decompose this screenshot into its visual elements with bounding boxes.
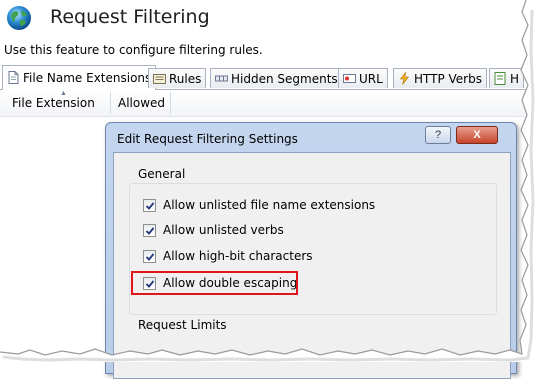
checkbox[interactable] [143,224,156,237]
help-icon: ? [434,129,442,141]
highlight-box [131,271,298,295]
request-limits-label: Request Limits [135,318,230,332]
page-description: Use this feature to configure filtering … [4,43,263,57]
close-icon: X [473,129,481,141]
lightning-icon [399,72,410,85]
globe-icon [7,6,31,30]
help-button[interactable]: ? [425,126,451,144]
checkbox[interactable] [143,199,156,212]
tab-label: Rules [169,72,202,86]
column-divider[interactable] [170,92,171,114]
checkmark-icon [145,202,155,210]
checkbox[interactable] [143,250,156,263]
tab-http-verbs[interactable]: HTTP Verbs [393,68,487,88]
tab-rules[interactable]: Rules [148,68,207,88]
checkmark-icon [145,253,155,261]
column-divider[interactable] [110,92,111,114]
tab-url[interactable]: URL [338,68,388,88]
checkbox-label: Allow high-bit characters [163,249,313,263]
edit-settings-dialog: Edit Request Filtering Settings ? X Gene… [105,122,517,379]
tab-headers[interactable]: H [489,68,525,88]
tab-file-name-extensions[interactable]: File Name Extensions [2,65,157,90]
rules-icon [153,74,166,84]
dialog-title: Edit Request Filtering Settings [117,132,298,146]
checkbox-label: Allow unlisted file name extensions [163,198,376,212]
checkbox-label: Allow unlisted verbs [163,223,284,237]
tab-label: File Name Extensions [23,71,152,85]
column-allowed[interactable]: Allowed [118,96,165,110]
tab-label: HTTP Verbs [414,72,482,86]
tab-hidden-segments[interactable]: Hidden Segments [210,68,343,88]
tab-strip: File Name Extensions Rules Hidden Segmen… [0,65,530,90]
checkmark-icon [145,227,155,235]
tab-label: H [510,72,520,86]
tab-label: URL [359,72,383,86]
page-title: Request Filtering [50,6,210,28]
tab-label: Hidden Segments [231,72,338,86]
url-icon [343,74,356,83]
column-header-row: ▲ File Extension Allowed [0,90,530,117]
column-file-extension[interactable]: File Extension [12,96,95,110]
headers-icon [494,72,506,85]
dialog-body: General Allow unlisted file name extensi… [113,152,511,379]
close-button[interactable]: X [456,126,498,144]
general-group-label: General [135,167,189,181]
segments-icon [215,75,228,82]
document-icon [8,71,19,84]
